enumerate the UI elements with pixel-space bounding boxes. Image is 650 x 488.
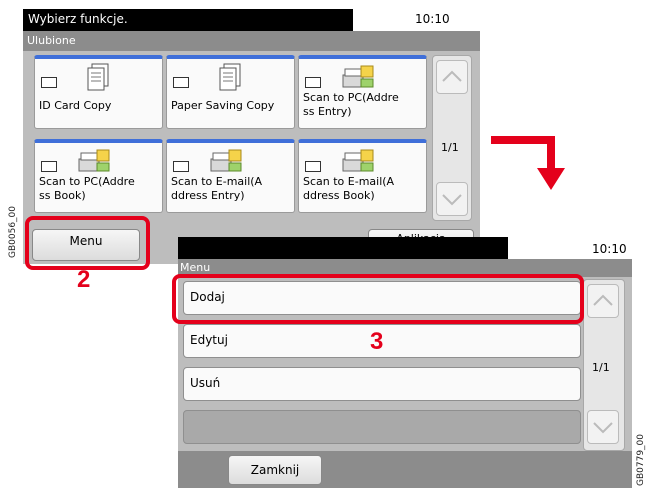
arrow-down-icon [537,168,565,190]
tile-scan-to-pc-entry[interactable]: Scan to PC(Addre ss Entry) [298,55,427,129]
tile-label-line2: ddress Entry) [171,189,245,202]
copy-mode-icon [41,77,57,88]
tile-paper-saving-copy[interactable]: Paper Saving Copy [166,55,295,129]
screen-subtitle: Menu [180,261,211,274]
scroll-up-button[interactable] [436,60,468,94]
chevron-down-icon [593,422,613,434]
chevron-up-icon [442,70,462,82]
clock: 10:10 [592,242,627,256]
close-button-label: Zamknij [250,463,300,477]
scroll-down-button[interactable] [587,410,619,444]
page-scroller [432,55,472,221]
copy-mode-icon [173,77,189,88]
tile-label-line1: Scan to PC(Addre [303,91,399,104]
arrow-vertical [547,136,555,172]
menu-item-label: Usuń [190,376,221,390]
figure-code-left: GB0056_00 [8,205,18,258]
menu-item-empty [183,410,581,444]
page-indicator: 1/1 [441,141,459,154]
menu-highlight [25,216,150,270]
id-card-copy-icon [87,63,109,91]
tile-scan-to-email-entry[interactable]: Scan to E-mail(A ddress Entry) [166,139,295,213]
paper-saving-copy-icon [219,63,241,91]
clock: 10:10 [415,12,450,26]
subtitle-bar [23,31,480,51]
step-number-3: 3 [370,328,384,355]
scan-mode-icon [305,77,321,88]
tile-label-line2: ss Entry) [303,105,352,118]
add-item-highlight [172,274,584,324]
menu-item-label: Edytuj [190,333,228,347]
chevron-down-icon [442,194,462,206]
tile-label-line1: Scan to E-mail(A [171,175,263,188]
scan-mode-icon [41,161,57,172]
page-indicator: 1/1 [592,361,610,374]
scan-mode-icon [173,161,189,172]
menu-item-delete[interactable]: Usuń [183,367,581,401]
scroll-up-button[interactable] [587,284,619,318]
tile-scan-to-email-book[interactable]: Scan to E-mail(A ddress Book) [298,139,427,213]
screen-subtitle: Ulubione [27,34,76,47]
tile-label-line1: Scan to E-mail(A [303,175,395,188]
tile-label: Paper Saving Copy [171,99,275,112]
title-bar [178,237,508,259]
tile-scan-to-pc-book[interactable]: Scan to PC(Addre ss Book) [34,139,163,213]
scan-to-pc-icon [342,65,374,88]
scroll-down-button[interactable] [436,182,468,216]
scan-to-email-icon [342,149,374,172]
tile-label-line2: ss Book) [39,189,86,202]
arrow-horizontal [491,136,555,144]
scan-to-email-icon [210,149,242,172]
tile-label-line2: ddress Book) [303,189,375,202]
tile-label-line1: Scan to PC(Addre [39,175,135,188]
figure-code-right: GB0779_00 [636,433,646,486]
tile-label: ID Card Copy [39,99,112,112]
chevron-up-icon [593,294,613,306]
scan-mode-icon [305,161,321,172]
step-number-2: 2 [77,266,91,293]
tile-id-card-copy[interactable]: ID Card Copy [34,55,163,129]
screen-title: Wybierz funkcje. [28,12,128,26]
close-button[interactable]: Zamknij [228,455,322,485]
scan-to-pc-icon [78,149,110,172]
